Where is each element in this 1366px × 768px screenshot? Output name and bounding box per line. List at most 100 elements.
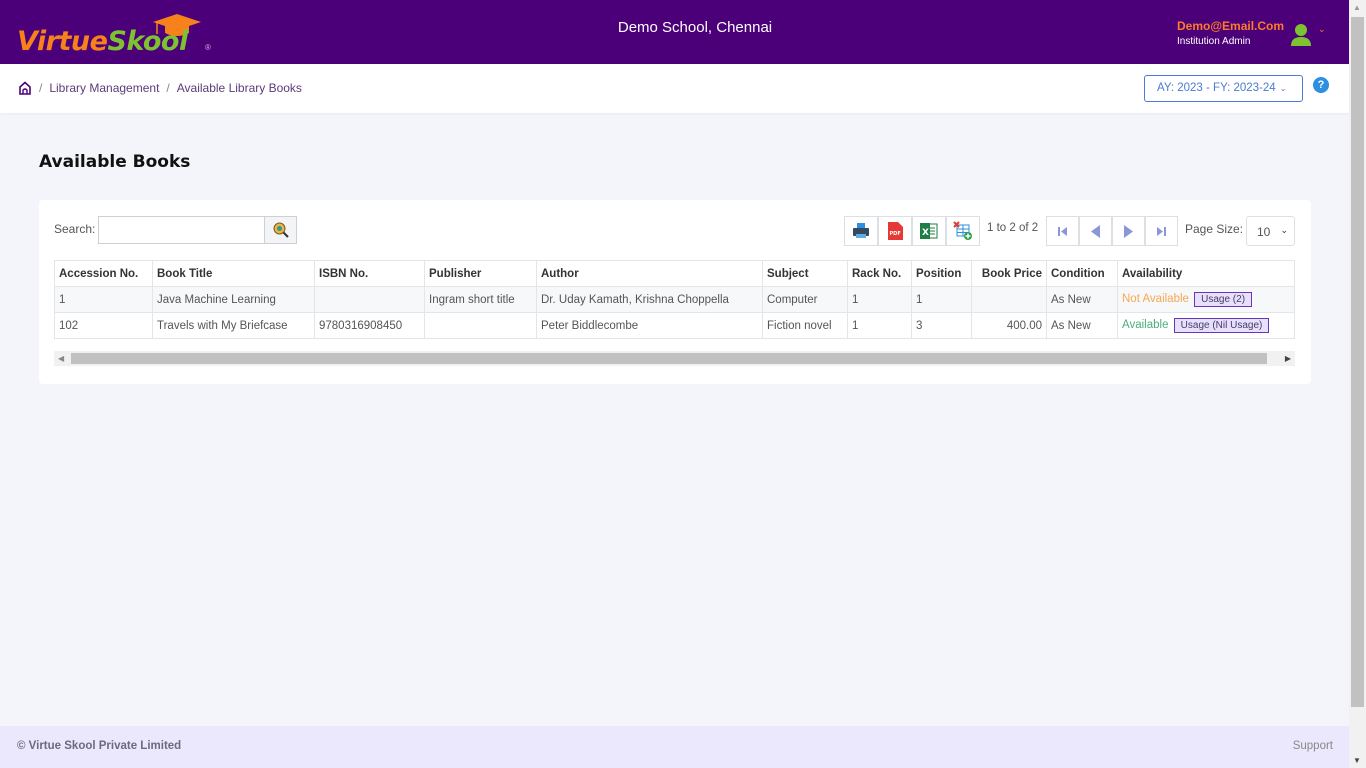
horizontal-scroll-thumb[interactable]	[71, 353, 1267, 364]
help-icon[interactable]: ?	[1313, 77, 1329, 93]
cell-condition: As New	[1046, 286, 1118, 313]
pdf-icon: PDF	[887, 222, 903, 240]
vertical-scroll-thumb[interactable]	[1351, 17, 1364, 707]
table-header-row: Accession No. Book Title ISBN No. Publis…	[54, 260, 1295, 287]
previous-page-button[interactable]	[1079, 216, 1112, 246]
search-input[interactable]	[98, 216, 264, 244]
breadcrumb-current: Available Library Books	[176, 81, 302, 95]
registered-mark: ®	[205, 43, 211, 52]
user-menu-chevron-icon[interactable]: ⌄	[1318, 24, 1326, 35]
chevron-down-icon: ⌄	[1279, 84, 1287, 93]
cell-subject: Fiction novel	[762, 312, 848, 339]
print-icon	[853, 223, 869, 238]
cell-rack: 1	[847, 286, 912, 313]
column-header-position[interactable]: Position	[911, 260, 972, 287]
usage-button[interactable]: Usage (2)	[1194, 292, 1253, 307]
cell-book-price	[971, 286, 1047, 313]
cell-isbn	[314, 286, 425, 313]
page: VirtueSkool ® Demo School, Chennai Demo@…	[0, 0, 1349, 768]
top-navbar: VirtueSkool ® Demo School, Chennai Demo@…	[0, 0, 1349, 64]
cell-position: 3	[911, 312, 972, 339]
next-page-icon	[1124, 224, 1133, 238]
column-header-rack[interactable]: Rack No.	[847, 260, 912, 287]
availability-status: Available	[1122, 319, 1169, 331]
search-label: Search:	[54, 222, 96, 236]
cell-book-price: 400.00	[971, 312, 1047, 339]
export-excel-button[interactable]: X	[912, 216, 946, 246]
cell-accession: 102	[54, 312, 153, 339]
page-size-label: Page Size:	[1185, 222, 1244, 236]
cell-isbn: 9780316908450	[314, 312, 425, 339]
cell-position: 1	[911, 286, 972, 313]
cell-rack: 1	[847, 312, 912, 339]
column-header-isbn[interactable]: ISBN No.	[314, 260, 425, 287]
paging-info: 1 to 2 of 2	[987, 222, 1039, 234]
next-page-button[interactable]	[1112, 216, 1145, 246]
cell-publisher	[424, 312, 537, 339]
scroll-right-arrow-icon[interactable]: ▶	[1285, 354, 1291, 363]
home-icon[interactable]	[18, 81, 32, 95]
cell-availability: Available Usage (Nil Usage)	[1117, 312, 1295, 339]
user-role: Institution Admin	[1177, 36, 1251, 47]
books-table: Accession No. Book Title ISBN No. Publis…	[54, 260, 1295, 339]
svg-text:PDF: PDF	[889, 231, 900, 237]
academic-year-value: AY: 2023 - FY: 2023-24	[1157, 82, 1276, 94]
support-link[interactable]: Support	[1293, 740, 1333, 752]
page-title: Available Books	[39, 152, 191, 172]
scroll-down-arrow-icon[interactable]: ▼	[1353, 756, 1361, 765]
column-header-publisher[interactable]: Publisher	[424, 260, 537, 287]
vertical-scrollbar[interactable]: ▲ ▼	[1349, 0, 1366, 768]
page-size-value: 10	[1257, 225, 1271, 239]
user-info[interactable]: Demo@Email.Com Institution Admin	[1177, 19, 1284, 47]
cell-accession: 1	[54, 286, 153, 313]
column-header-condition[interactable]: Condition	[1046, 260, 1118, 287]
availability-status: Not Available	[1122, 293, 1189, 305]
table-row[interactable]: 1 Java Machine Learning Ingram short tit…	[54, 286, 1295, 313]
user-email: Demo@Email.Com	[1177, 19, 1285, 33]
table-row[interactable]: 102 Travels with My Briefcase 9780316908…	[54, 312, 1295, 339]
usage-button[interactable]: Usage (Nil Usage)	[1173, 318, 1270, 333]
last-page-icon	[1157, 226, 1166, 236]
copyright: © Virtue Skool Private Limited	[17, 740, 182, 752]
search-icon	[273, 222, 289, 238]
column-header-author[interactable]: Author	[536, 260, 763, 287]
cell-availability: Not Available Usage (2)	[1117, 286, 1295, 313]
excel-icon: X	[920, 223, 938, 239]
column-header-accession[interactable]: Accession No.	[54, 260, 153, 287]
breadcrumb-library-management[interactable]: Library Management	[49, 81, 159, 95]
scroll-left-arrow-icon[interactable]: ◀	[58, 354, 64, 363]
cell-author: Dr. Uday Kamath, Krishna Choppella	[536, 286, 763, 313]
cell-publisher: Ingram short title	[424, 286, 537, 313]
export-pdf-button[interactable]: PDF	[878, 216, 912, 246]
column-chooser-button[interactable]	[946, 216, 980, 246]
column-header-subject[interactable]: Subject	[762, 260, 848, 287]
cell-condition: As New	[1046, 312, 1118, 339]
cell-book-title: Java Machine Learning	[152, 286, 315, 313]
column-chooser-icon	[953, 221, 972, 240]
breadcrumb-bar: / Library Management / Available Library…	[0, 64, 1349, 113]
last-page-button[interactable]	[1145, 216, 1178, 246]
previous-page-icon	[1091, 224, 1100, 238]
page-size-select[interactable]: 10 ⌄	[1246, 216, 1295, 246]
print-button[interactable]	[844, 216, 878, 246]
cell-author: Peter Biddlecombe	[536, 312, 763, 339]
first-page-button[interactable]	[1046, 216, 1079, 246]
scroll-up-arrow-icon[interactable]: ▲	[1353, 3, 1361, 12]
cell-book-title: Travels with My Briefcase	[152, 312, 315, 339]
breadcrumb-separator: /	[39, 81, 43, 95]
user-avatar-icon[interactable]	[1290, 23, 1312, 47]
academic-year-select[interactable]: AY: 2023 - FY: 2023-24 ⌄	[1144, 75, 1303, 102]
column-header-book-title[interactable]: Book Title	[152, 260, 315, 287]
breadcrumb: / Library Management / Available Library…	[18, 81, 302, 95]
cell-subject: Computer	[762, 286, 848, 313]
column-header-book-price[interactable]: Book Price	[971, 260, 1047, 287]
column-header-availability[interactable]: Availability	[1117, 260, 1295, 287]
footer: © Virtue Skool Private Limited Support	[0, 726, 1349, 768]
svg-text:X: X	[922, 228, 929, 238]
school-name: Demo School, Chennai	[617, 19, 773, 36]
search-button[interactable]	[264, 216, 297, 244]
chevron-down-icon: ⌄	[1280, 225, 1288, 235]
horizontal-scrollbar[interactable]: ◀ ▶	[54, 351, 1295, 366]
books-grid-card: Search: PDF X 1 to 2 of 2 Page Size: 10 …	[39, 200, 1311, 384]
breadcrumb-separator: /	[166, 81, 170, 95]
